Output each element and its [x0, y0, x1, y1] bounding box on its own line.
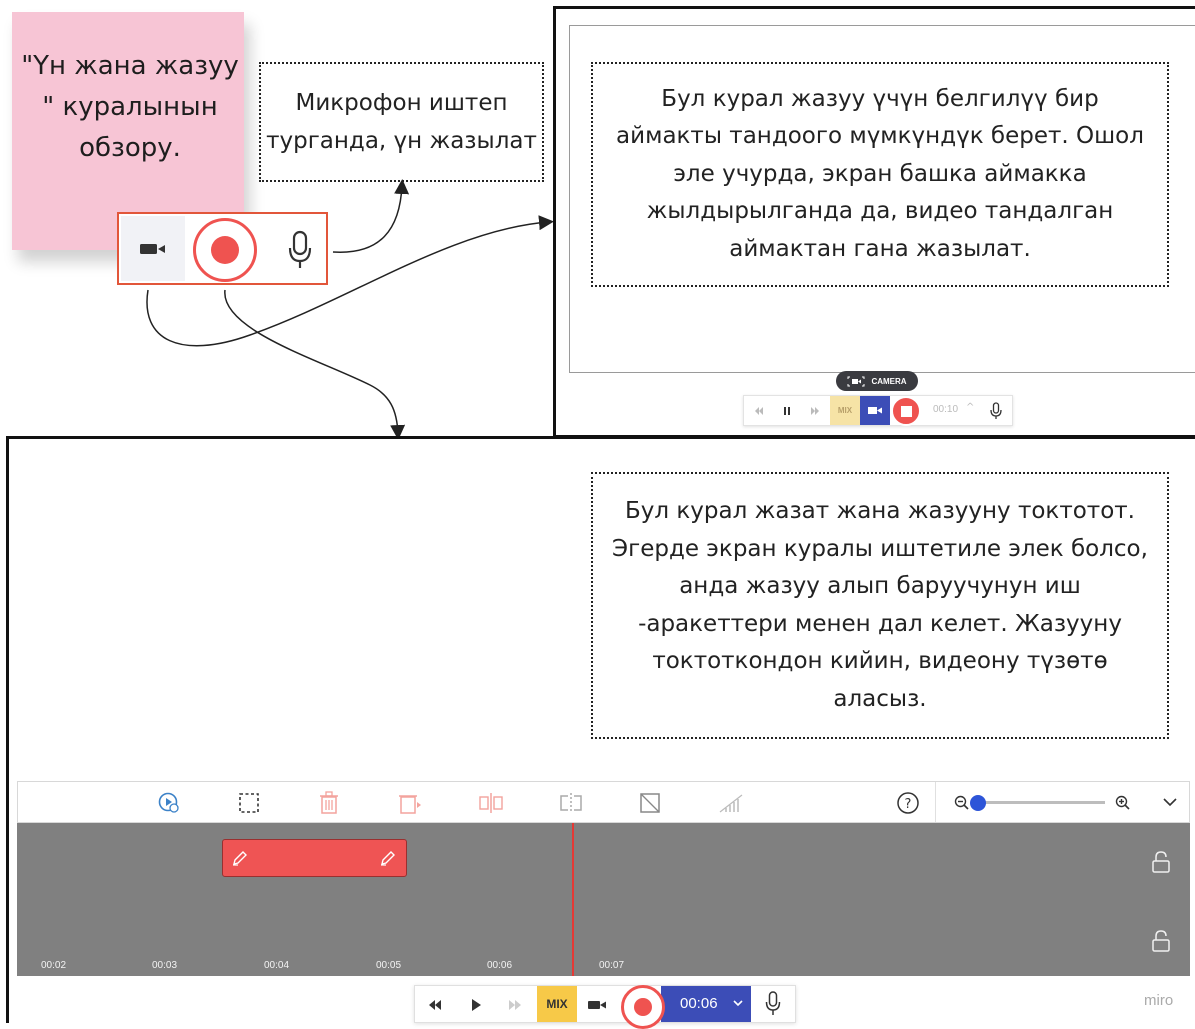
camera-frame-icon: [847, 376, 865, 386]
camera-toggle-button[interactable]: [860, 396, 890, 425]
select-area-icon[interactable]: [238, 792, 260, 814]
area-annotation: Бул курал жазуу үчүн белгилүү бир аймакт…: [591, 62, 1169, 287]
stop-square-icon: [900, 405, 912, 417]
stop-button[interactable]: [891, 396, 921, 426]
mix-button[interactable]: MIX: [537, 986, 577, 1022]
pencil-icon: [381, 851, 395, 866]
svg-text:?: ?: [905, 797, 912, 812]
forward-icon[interactable]: [810, 406, 820, 416]
video-camera-icon: [868, 407, 882, 414]
lock-icon[interactable]: [1151, 929, 1171, 953]
timeline-track[interactable]: [17, 823, 1190, 976]
mix-button[interactable]: MIX: [830, 396, 860, 425]
zoom-slider-handle[interactable]: [969, 795, 986, 811]
play-link-icon[interactable]: [158, 792, 180, 814]
small-recorder-toolbar: MIX 00:10 ^: [743, 395, 1013, 426]
zoom-slider-track[interactable]: [975, 801, 1105, 804]
miro-logo: miro: [1144, 992, 1174, 1009]
timeline-playhead[interactable]: [572, 823, 574, 976]
record-dot-icon: [634, 998, 652, 1016]
microphone-icon[interactable]: [765, 991, 781, 1017]
rewind-icon[interactable]: [428, 999, 442, 1011]
chevron-down-icon[interactable]: [1161, 796, 1179, 808]
help-icon[interactable]: ?: [896, 791, 920, 815]
crop-icon[interactable]: [639, 792, 661, 814]
stop-annotation: Бул курал жазат жана жазууну токтотот. Э…: [591, 472, 1169, 739]
forward-icon[interactable]: [508, 999, 522, 1011]
timeline-tick: 00:05: [376, 960, 402, 971]
main-recorder-time: 00:06: [680, 995, 718, 1012]
chevron-up-icon[interactable]: ^: [966, 402, 974, 413]
drawing-clip[interactable]: [222, 839, 407, 877]
main-recorder-toolbar: MIX 00:06: [414, 985, 796, 1029]
timeline-tick: 00:03: [152, 960, 178, 971]
play-icon[interactable]: [470, 998, 482, 1012]
zoom-in-icon[interactable]: [1115, 795, 1131, 811]
delete-icon[interactable]: [318, 791, 340, 815]
split-icon[interactable]: [478, 792, 504, 814]
camera-tooltip: CAMERA: [836, 371, 918, 391]
video-camera-icon[interactable]: [587, 999, 607, 1011]
lock-icon[interactable]: [1151, 850, 1171, 874]
timeline-tick: 00:04: [264, 960, 290, 971]
camera-tooltip-label: CAMERA: [871, 376, 907, 386]
delete-forward-icon[interactable]: [398, 791, 422, 815]
timeline-tick: 00:02: [41, 960, 67, 971]
small-recorder-time: 00:10: [933, 404, 959, 415]
pencil-icon: [233, 851, 247, 866]
toolbar-divider: [935, 782, 936, 822]
chevron-down-icon: [733, 1000, 743, 1007]
pause-icon[interactable]: [782, 406, 792, 416]
timeline-tick: 00:07: [599, 960, 625, 971]
rewind-icon[interactable]: [754, 406, 764, 416]
microphone-icon[interactable]: [990, 402, 1002, 420]
record-button[interactable]: [621, 985, 665, 1029]
volume-icon[interactable]: [718, 793, 744, 813]
timeline-tick: 00:06: [487, 960, 513, 971]
zoom-out-icon[interactable]: [954, 795, 970, 811]
trim-icon[interactable]: [558, 792, 584, 814]
